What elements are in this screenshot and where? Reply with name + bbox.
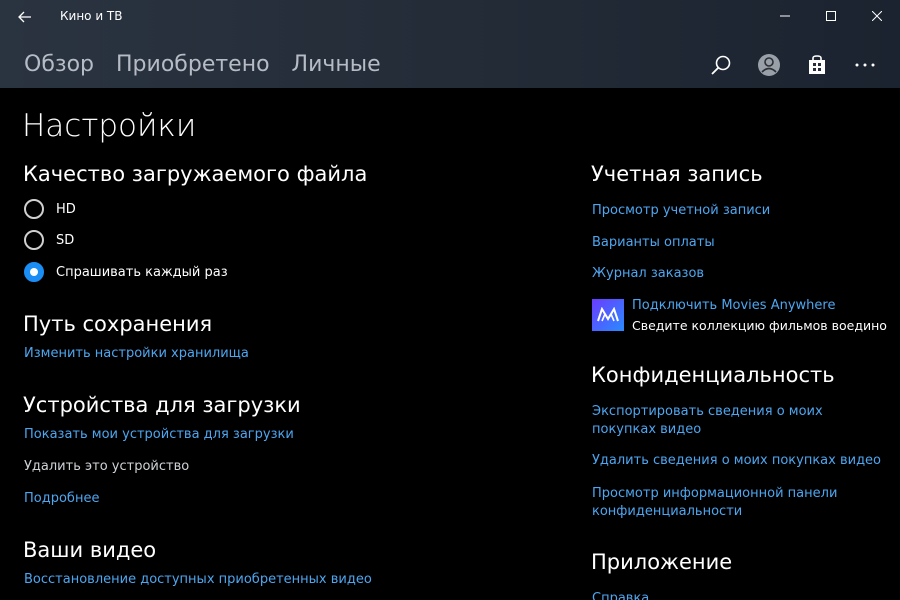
store-button[interactable] bbox=[802, 50, 832, 80]
delete-purchases-link[interactable]: Удалить сведения о моих покупках видео bbox=[592, 453, 881, 468]
account-icon bbox=[758, 54, 780, 76]
radio-sd[interactable]: SD bbox=[24, 230, 74, 250]
radio-label: Спрашивать каждый раз bbox=[56, 264, 228, 280]
connect-movies-anywhere-link[interactable]: Подключить Movies Anywhere bbox=[632, 298, 835, 313]
minimize-icon bbox=[780, 15, 790, 17]
app-section-title: Приложение bbox=[591, 550, 733, 574]
radio-button[interactable] bbox=[24, 230, 44, 250]
maximize-button[interactable] bbox=[808, 0, 854, 32]
restore-purchases-link[interactable]: Восстановление доступных приобретенных в… bbox=[24, 572, 372, 587]
radio-label: SD bbox=[56, 232, 75, 248]
search-button[interactable] bbox=[706, 50, 736, 80]
more-button[interactable] bbox=[850, 50, 880, 80]
learn-more-link[interactable]: Подробнее bbox=[24, 491, 99, 506]
privacy-dashboard-link[interactable]: Просмотр информационной панели конфиденц… bbox=[592, 485, 842, 521]
show-devices-link[interactable]: Показать мои устройства для загрузки bbox=[24, 427, 294, 442]
download-quality-title: Качество загружаемого файла bbox=[23, 162, 368, 186]
back-arrow-icon bbox=[18, 11, 31, 23]
title-bar: Кино и ТВ bbox=[0, 0, 900, 32]
nav-tabs: Обзор Приобретено Личные bbox=[24, 52, 403, 77]
tab-purchased[interactable]: Приобретено bbox=[116, 52, 270, 77]
minimize-button[interactable] bbox=[762, 0, 808, 32]
payment-options-link[interactable]: Варианты оплаты bbox=[592, 235, 715, 250]
save-path-title: Путь сохранения bbox=[23, 312, 213, 336]
radio-label: HD bbox=[56, 201, 76, 217]
order-history-link[interactable]: Журнал заказов bbox=[592, 266, 704, 281]
store-icon bbox=[809, 55, 825, 74]
change-storage-link[interactable]: Изменить настройки хранилища bbox=[24, 346, 249, 361]
radio-button-checked[interactable] bbox=[24, 262, 44, 282]
movies-anywhere-logo bbox=[592, 299, 624, 331]
download-devices-title: Устройства для загрузки bbox=[23, 393, 301, 417]
window-title: Кино и ТВ bbox=[60, 9, 123, 23]
maximize-icon bbox=[826, 11, 836, 21]
remove-device-text: Удалить это устройство bbox=[24, 459, 190, 474]
export-purchases-link[interactable]: Экспортировать сведения о моих покупках … bbox=[592, 403, 882, 439]
radio-hd[interactable]: HD bbox=[24, 199, 76, 219]
account-title: Учетная запись bbox=[591, 162, 763, 186]
tab-browse[interactable]: Обзор bbox=[24, 52, 94, 77]
account-button[interactable] bbox=[754, 50, 784, 80]
movies-anywhere-icon bbox=[597, 307, 619, 322]
close-button[interactable] bbox=[854, 0, 900, 32]
close-icon bbox=[872, 11, 882, 21]
privacy-title: Конфиденциальность bbox=[591, 363, 835, 387]
view-account-link[interactable]: Просмотр учетной записи bbox=[592, 203, 770, 218]
page-title: Настройки bbox=[22, 108, 197, 144]
back-button[interactable] bbox=[10, 4, 40, 30]
radio-button[interactable] bbox=[24, 199, 44, 219]
search-icon bbox=[711, 55, 731, 75]
radio-ask-every-time[interactable]: Спрашивать каждый раз bbox=[24, 262, 228, 282]
more-icon bbox=[855, 63, 875, 67]
movies-anywhere-description: Сведите коллекцию фильмов воедино bbox=[632, 318, 887, 333]
help-link[interactable]: Справка bbox=[592, 591, 649, 600]
your-videos-title: Ваши видео bbox=[23, 538, 157, 562]
tab-personal[interactable]: Личные bbox=[292, 52, 381, 77]
